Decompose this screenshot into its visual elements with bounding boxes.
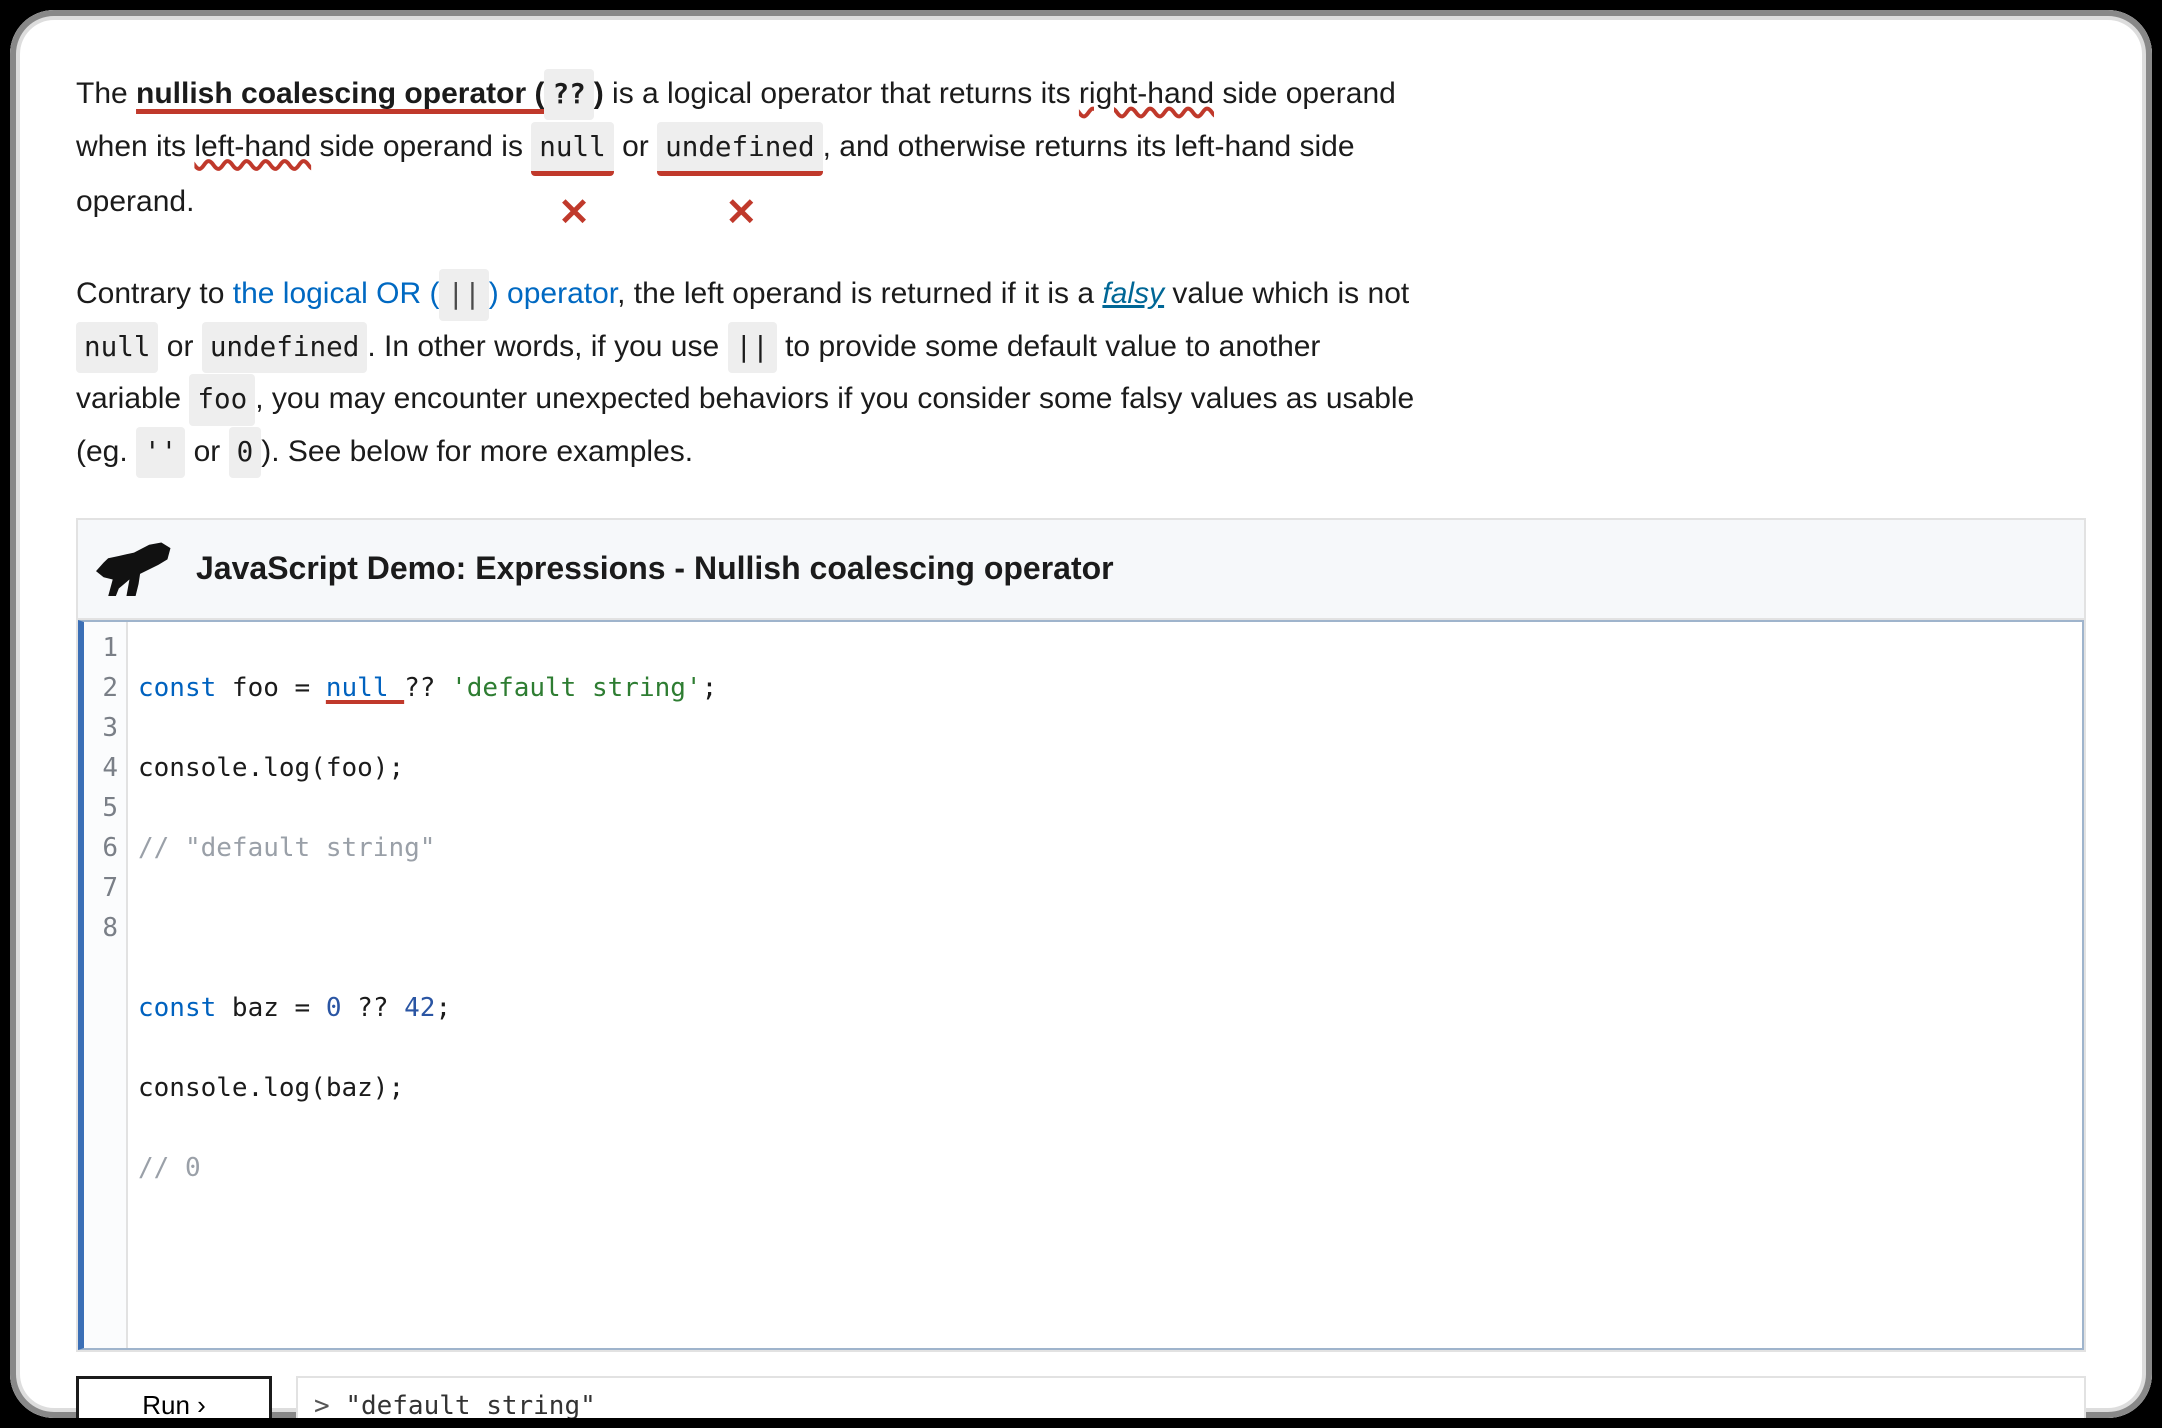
text: , the left operand is returned if it is … <box>617 277 1102 310</box>
foo-chip: foo <box>189 374 255 425</box>
text: or <box>614 130 657 163</box>
text: or <box>185 435 228 468</box>
text: value which is not <box>1164 277 1409 310</box>
rhs: right-hand <box>1079 77 1214 110</box>
output-line: "default string" <box>314 1388 2068 1418</box>
undefined-chip: undefined <box>657 122 823 176</box>
or-chip: || <box>439 269 488 320</box>
text: The <box>76 77 136 110</box>
null-chip-2: null <box>76 322 158 373</box>
article: The nullish coalescing operator (??) is … <box>50 44 2112 1418</box>
null-chip: null <box>531 122 613 176</box>
line-number: 3 <box>84 708 118 748</box>
console-output: "default string" 0 <box>296 1376 2086 1418</box>
demo-widget: JavaScript Demo: Expressions - Nullish c… <box>76 518 2086 1352</box>
operator-chip: ?? <box>544 69 593 120</box>
line-number: 8 <box>84 908 118 948</box>
undefined-chip-2: undefined <box>202 322 368 373</box>
run-button[interactable]: Run › <box>76 1376 272 1418</box>
line-number: 7 <box>84 868 118 908</box>
text: Contrary to <box>76 277 233 310</box>
line-number: 1 <box>84 628 118 668</box>
intro-paragraph: The nullish coalescing operator (??) is … <box>76 68 1416 228</box>
text: ). See below for more examples. <box>261 435 693 468</box>
or-chip-2: || <box>728 322 777 373</box>
empty-string-chip: '' <box>136 427 185 478</box>
code-editor[interactable]: 1 2 3 4 5 6 7 8 const foo = null ?? 'def… <box>78 620 2084 1350</box>
close-paren: ) <box>594 77 604 110</box>
text: side operand is <box>311 130 531 163</box>
term-nullish-coalescing: nullish coalescing operator ( <box>136 77 544 110</box>
demo-header: JavaScript Demo: Expressions - Nullish c… <box>78 520 2084 620</box>
line-number: 6 <box>84 828 118 868</box>
line-gutter: 1 2 3 4 5 6 7 8 <box>84 622 128 1348</box>
logical-or-link[interactable]: the logical OR (||) operator <box>233 277 617 310</box>
line-number: 2 <box>84 668 118 708</box>
line-number: 4 <box>84 748 118 788</box>
text: is a logical operator that returns its <box>604 77 1079 110</box>
line-number: 5 <box>84 788 118 828</box>
comparison-paragraph: Contrary to the logical OR (||) operator… <box>76 268 1416 478</box>
dino-icon <box>96 540 172 596</box>
button-column: Run › Reset <box>76 1376 272 1418</box>
demo-title: JavaScript Demo: Expressions - Nullish c… <box>196 540 1114 596</box>
device-frame: The nullish coalescing operator (??) is … <box>10 10 2152 1418</box>
lhs: left-hand <box>194 130 311 163</box>
demo-controls: Run › Reset "default string" 0 <box>76 1352 2086 1418</box>
code-area[interactable]: const foo = null ?? 'default string'; co… <box>128 622 2082 1348</box>
text: . In other words, if you use <box>367 330 727 363</box>
falsy-link[interactable]: falsy <box>1102 277 1164 310</box>
zero-chip: 0 <box>229 427 262 478</box>
text: or <box>158 330 201 363</box>
